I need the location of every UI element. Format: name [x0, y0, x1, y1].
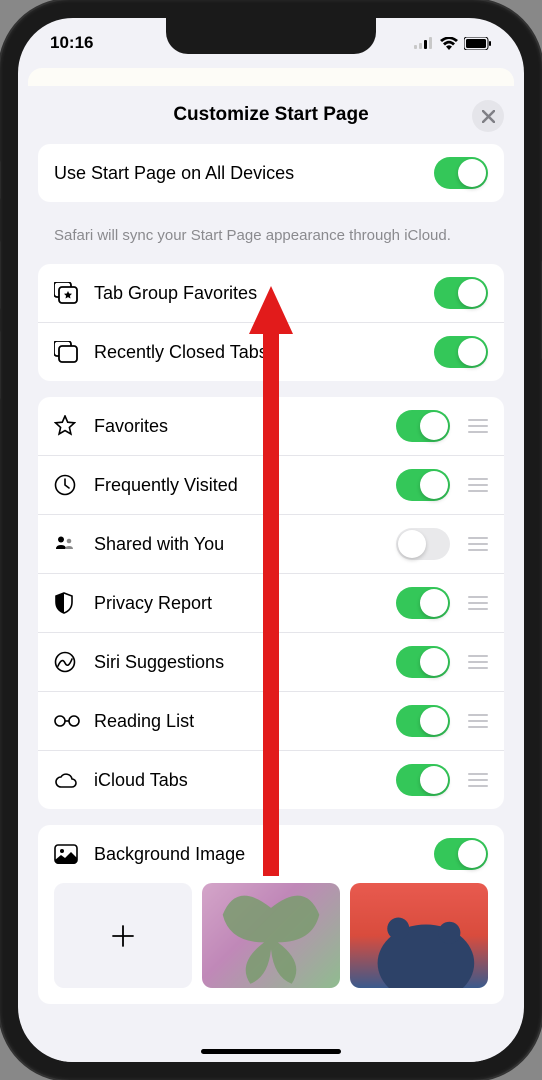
icloud-tabs-reorder-handle[interactable]: [468, 773, 488, 787]
tab-group-favorites-icon: [54, 282, 84, 304]
volume-up-button: [0, 240, 1, 310]
section-sync: Use Start Page on All Devices: [38, 144, 504, 202]
tab-group-favorites-label: Tab Group Favorites: [94, 283, 434, 304]
shared-with-you-label: Shared with You: [94, 534, 396, 555]
favorites-toggle[interactable]: [396, 410, 450, 442]
row-background-image: Background Image: [38, 825, 504, 883]
clock-icon: [54, 474, 84, 496]
star-icon: [54, 415, 84, 437]
row-tab-group-favorites: Tab Group Favorites: [38, 264, 504, 322]
sheet-header: Customize Start Page: [22, 86, 520, 144]
icloud-tabs-label: iCloud Tabs: [94, 770, 396, 791]
background-thumbnails: [38, 883, 504, 1004]
row-icloud-tabs: iCloud Tabs: [38, 750, 504, 809]
customize-sheet: Customize Start Page Use Start Page on A…: [22, 86, 520, 1062]
reading-list-label: Reading List: [94, 711, 396, 732]
background-thumb-bear[interactable]: [350, 883, 488, 988]
notch: [166, 18, 376, 54]
background-image-toggle[interactable]: [434, 838, 488, 870]
frequently-visited-label: Frequently Visited: [94, 475, 396, 496]
glasses-icon: [54, 714, 84, 728]
siri-suggestions-label: Siri Suggestions: [94, 652, 396, 673]
background-image-label: Background Image: [94, 844, 434, 865]
row-frequently-visited: Frequently Visited: [38, 455, 504, 514]
privacy-report-label: Privacy Report: [94, 593, 396, 614]
background-thumb-butterfly[interactable]: [202, 883, 340, 988]
siri-icon: [54, 651, 84, 673]
siri-suggestions-toggle[interactable]: [396, 646, 450, 678]
battery-icon: [464, 37, 492, 50]
recently-closed-label: Recently Closed Tabs: [94, 342, 434, 363]
recently-closed-icon: [54, 341, 84, 363]
shared-with-you-icon: [54, 533, 84, 555]
row-reading-list: Reading List: [38, 691, 504, 750]
sheet-title: Customize Start Page: [173, 104, 368, 126]
row-sync: Use Start Page on All Devices: [38, 144, 504, 202]
close-icon: [482, 110, 495, 123]
home-indicator[interactable]: [201, 1049, 341, 1054]
iphone-frame: 10:16 Customize Start Page Use Start Pag…: [0, 0, 542, 1080]
privacy-report-reorder-handle[interactable]: [468, 596, 488, 610]
content[interactable]: Use Start Page on All Devices Safari wil…: [22, 144, 520, 1004]
sync-label: Use Start Page on All Devices: [54, 163, 434, 184]
status-right: [414, 37, 492, 50]
section-tabs: Tab Group Favorites Recently Closed Tabs: [38, 264, 504, 381]
signal-icon: [414, 37, 434, 49]
section-items: Favorites Frequently Visited: [38, 397, 504, 809]
icloud-tabs-toggle[interactable]: [396, 764, 450, 796]
shared-with-you-toggle[interactable]: [396, 528, 450, 560]
card-behind: [28, 68, 514, 86]
screen: 10:16 Customize Start Page Use Start Pag…: [18, 18, 524, 1062]
row-privacy-report: Privacy Report: [38, 573, 504, 632]
privacy-report-toggle[interactable]: [396, 587, 450, 619]
reading-list-toggle[interactable]: [396, 705, 450, 737]
tab-group-favorites-toggle[interactable]: [434, 277, 488, 309]
row-shared-with-you: Shared with You: [38, 514, 504, 573]
sync-hint: Safari will sync your Start Page appeara…: [38, 218, 504, 264]
cloud-icon: [54, 772, 84, 788]
close-button[interactable]: [472, 100, 504, 132]
shield-icon: [54, 592, 84, 614]
row-siri-suggestions: Siri Suggestions: [38, 632, 504, 691]
frequently-visited-toggle[interactable]: [396, 469, 450, 501]
frequently-visited-reorder-handle[interactable]: [468, 478, 488, 492]
recently-closed-toggle[interactable]: [434, 336, 488, 368]
plus-icon: [110, 923, 136, 949]
reading-list-reorder-handle[interactable]: [468, 714, 488, 728]
sync-toggle[interactable]: [434, 157, 488, 189]
status-time: 10:16: [50, 33, 93, 53]
add-background-button[interactable]: [54, 883, 192, 988]
image-icon: [54, 844, 84, 864]
wifi-icon: [440, 37, 458, 50]
volume-down-button: [0, 330, 1, 400]
section-background: Background Image: [38, 825, 504, 1004]
siri-suggestions-reorder-handle[interactable]: [468, 655, 488, 669]
favorites-label: Favorites: [94, 416, 396, 437]
row-favorites: Favorites: [38, 397, 504, 455]
favorites-reorder-handle[interactable]: [468, 419, 488, 433]
mute-switch: [0, 160, 1, 200]
row-recently-closed: Recently Closed Tabs: [38, 322, 504, 381]
shared-with-you-reorder-handle[interactable]: [468, 537, 488, 551]
